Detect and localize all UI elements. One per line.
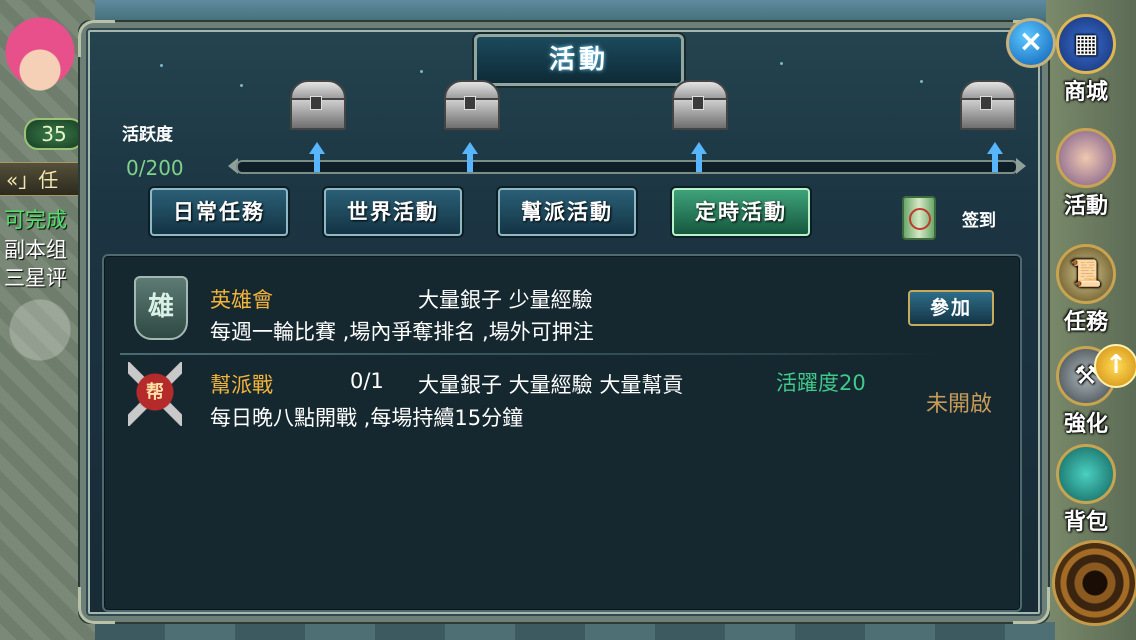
side-menu-label: 任務 xyxy=(1063,310,1108,335)
side-menu-event[interactable]: 活動 xyxy=(1050,128,1122,220)
event-status: 未開啟 xyxy=(926,392,993,417)
activity-progress-bar xyxy=(236,160,1018,174)
event-progress: 0/1 xyxy=(350,369,384,393)
milestone-arrow-stem xyxy=(467,152,473,172)
player-level-badge: 35 xyxy=(24,118,84,150)
panel-title: 活動 xyxy=(474,34,684,86)
sign-in-scroll-icon[interactable] xyxy=(902,196,936,240)
reward-chest-icon[interactable] xyxy=(668,80,728,132)
side-menu-label: 商城 xyxy=(1063,80,1108,105)
quest-line-2[interactable]: 副本组 xyxy=(4,234,67,264)
reward-chest-icon[interactable] xyxy=(440,80,500,132)
bag-icon xyxy=(1056,444,1116,504)
player-avatar[interactable] xyxy=(4,12,76,104)
side-menu-label: 強化 xyxy=(1063,412,1108,437)
event-rewards: 大量銀子 少量經驗 xyxy=(418,288,593,312)
reward-chest-icon[interactable] xyxy=(956,80,1016,132)
event-name: 幫派戰 xyxy=(210,373,273,397)
tab-timed-events[interactable]: 定時活動 xyxy=(672,188,810,236)
side-menu-quest[interactable]: 📜 任務 xyxy=(1050,244,1122,336)
sign-in-label[interactable]: 签到 xyxy=(962,206,996,231)
tab-daily-tasks[interactable]: 日常任務 xyxy=(150,188,288,236)
event-rewards: 大量銀子 大量經驗 大量幫貢 xyxy=(418,373,684,397)
sparkle-decoration xyxy=(780,62,783,65)
side-menu-shop[interactable]: ▦ 商城 xyxy=(1050,14,1122,106)
quest-scroll-icon: 📜 xyxy=(1056,244,1116,304)
upgrade-arrow-icon: ↑ xyxy=(1094,344,1136,388)
quest-line-1[interactable]: 可完成 xyxy=(4,204,67,234)
tab-world-events[interactable]: 世界活動 xyxy=(324,188,462,236)
milestone-arrow-stem xyxy=(314,152,320,172)
side-menu-bag[interactable]: 背包 xyxy=(1050,444,1122,536)
event-description: 每週一輪比賽 ,場內爭奪排名 ,場外可押注 xyxy=(210,320,594,344)
quest-tracker-tab[interactable]: «」任 xyxy=(0,162,82,196)
reward-chest-icon[interactable] xyxy=(286,80,346,132)
join-button[interactable]: 參加 xyxy=(908,290,994,326)
event-name: 英雄會 xyxy=(210,288,273,312)
activity-value: 0/200 xyxy=(126,156,184,180)
close-button[interactable]: × xyxy=(1006,18,1056,68)
shop-icon: ▦ xyxy=(1056,14,1116,74)
panel-corner-ornament xyxy=(78,20,115,57)
activity-label: 活跃度 xyxy=(122,125,173,145)
milestone-arrow-stem xyxy=(696,152,702,172)
background-bottom xyxy=(95,622,1055,640)
activity-bar-end-right xyxy=(1016,158,1026,174)
event-icon xyxy=(1056,128,1116,188)
sparkle-decoration xyxy=(240,84,243,87)
side-menu-label: 活動 xyxy=(1063,194,1108,219)
side-menu-label: 背包 xyxy=(1063,510,1108,535)
milestone-arrow-stem xyxy=(992,152,998,172)
tab-guild-events[interactable]: 幫派活動 xyxy=(498,188,636,236)
vortex-icon[interactable] xyxy=(1052,540,1136,626)
guild-war-icon: 帮 xyxy=(128,362,182,426)
event-activity-points: 活躍度20 xyxy=(776,371,866,395)
sparkle-decoration xyxy=(920,80,923,83)
hero-tournament-icon: 雄 xyxy=(134,276,188,340)
event-description: 每日晚八點開戰 ,每場持續15分鐘 xyxy=(210,406,524,430)
sparkle-decoration xyxy=(420,70,423,73)
quest-line-3[interactable]: 三星评 xyxy=(4,262,67,292)
sparkle-decoration xyxy=(160,64,163,67)
row-divider xyxy=(120,353,940,355)
